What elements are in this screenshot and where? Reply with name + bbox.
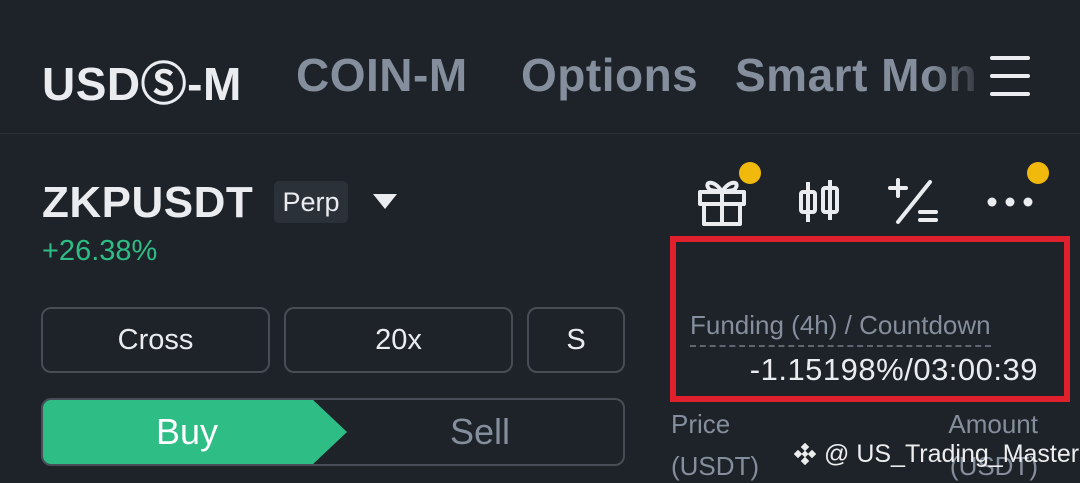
leverage-button[interactable]: 20x (284, 307, 513, 373)
candlestick-chart-icon[interactable] (789, 172, 849, 232)
tab-usds-m[interactable]: USDⓈ-M (42, 48, 242, 114)
symbol-name[interactable]: ZKPUSDT (42, 178, 253, 228)
perp-badge: Perp (274, 181, 348, 223)
price-change: +26.38% (42, 235, 158, 267)
funding-label[interactable]: Funding (4h) / Countdown (690, 310, 991, 347)
price-unit: (USDT) (671, 451, 760, 481)
watermark-text: @ US_Trading_Master (824, 440, 1080, 468)
notification-dot (1027, 162, 1049, 184)
market-tab-bar: USDⓈ-M COIN-M Options Smart Mon (0, 0, 1080, 134)
sell-tab[interactable]: Sell (335, 398, 625, 466)
chevron-down-icon[interactable] (373, 194, 397, 209)
tab-coin-m[interactable]: COIN-M (296, 48, 468, 102)
tab-fade (930, 40, 990, 110)
position-mode-button[interactable]: S (527, 307, 625, 373)
price-header: Price (671, 409, 731, 439)
margin-mode-button[interactable]: Cross (41, 307, 270, 373)
funding-value: -1.15198%/03:00:39 (749, 352, 1038, 387)
binance-logo-icon (794, 443, 816, 465)
menu-icon[interactable] (986, 56, 1034, 96)
notification-dot (739, 162, 761, 184)
amount-header: Amount (948, 409, 1038, 439)
calculator-icon[interactable] (884, 172, 944, 232)
tab-options[interactable]: Options (521, 48, 698, 102)
watermark: @ US_Trading_Master (794, 440, 1079, 469)
buy-tab[interactable]: Buy (41, 398, 333, 466)
